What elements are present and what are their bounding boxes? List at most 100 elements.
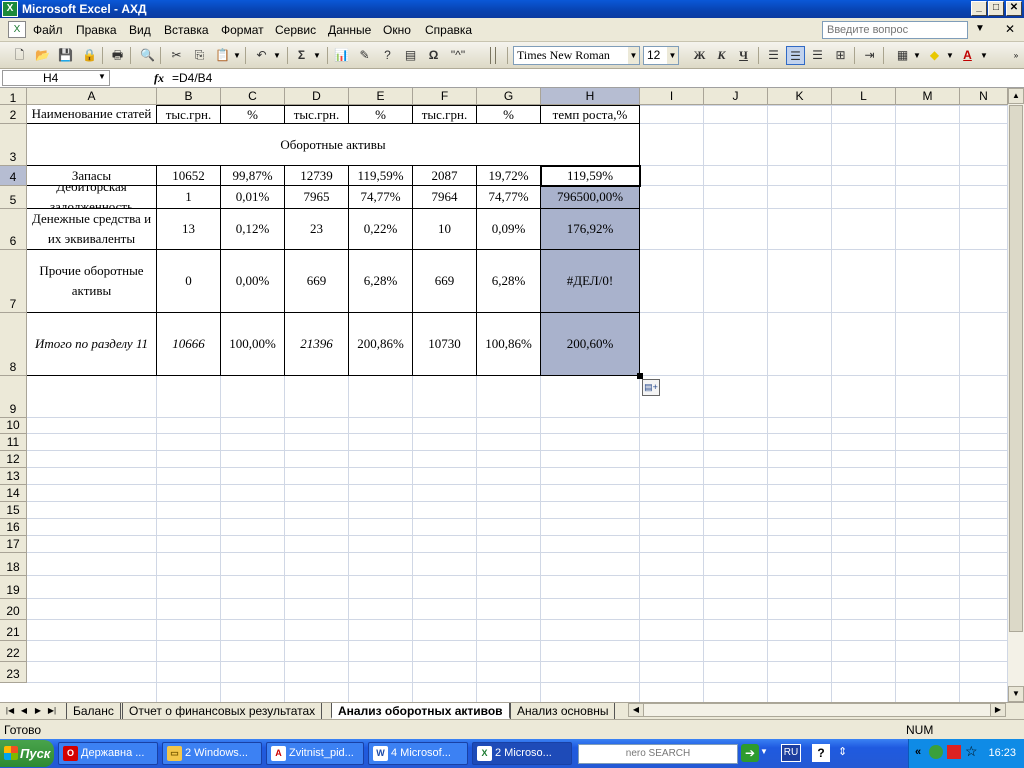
research-icon[interactable]: 🔍 [138, 46, 157, 65]
undo-icon[interactable]: ↶ [252, 46, 271, 65]
help-tray-icon[interactable]: ? [812, 744, 830, 762]
cell-r8-f[interactable]: 10730 [413, 313, 477, 376]
cell-r4-f[interactable]: 2087 [413, 166, 477, 186]
cell-r5-c[interactable]: 0,01% [221, 186, 285, 209]
subheader-cell-sub_c[interactable]: % [221, 106, 285, 124]
menu-format[interactable]: Формат [221, 23, 264, 37]
maximize-button[interactable]: □ [988, 1, 1004, 16]
zoom-label[interactable]: "^" [447, 46, 469, 65]
cell-r8-e[interactable]: 200,86% [349, 313, 413, 376]
scroll-left-icon[interactable]: ◀ [628, 703, 644, 717]
row-header-20[interactable]: 20 [0, 599, 27, 620]
print-icon[interactable]: 🖶 [108, 46, 127, 65]
column-header-M[interactable]: M [896, 88, 960, 105]
name-box[interactable]: H4 [2, 70, 110, 86]
start-button[interactable]: Пуск [0, 740, 54, 767]
row-header-11[interactable]: 11 [0, 434, 27, 451]
borders-dropdown-icon[interactable]: ▼ [913, 46, 921, 65]
symbol-icon[interactable]: Ω [424, 46, 443, 65]
menu-file[interactable]: Файл [33, 23, 63, 37]
copy-icon[interactable]: ⎘ [190, 46, 209, 65]
workbook-icon[interactable]: X [8, 21, 26, 38]
antivirus-icon[interactable] [947, 745, 961, 759]
italic-button[interactable]: К [712, 46, 731, 65]
fill-color-icon[interactable]: ◆ [925, 46, 944, 65]
align-left-icon[interactable]: ☰ [764, 46, 783, 65]
ask-dropdown-icon[interactable]: ▼ [975, 23, 985, 34]
menu-window[interactable]: Окно [383, 23, 411, 37]
autosum-icon[interactable]: Σ [292, 46, 311, 65]
column-header-C[interactable]: C [221, 88, 285, 105]
toolbar-options-icon[interactable]: » [1012, 46, 1020, 65]
column-header-D[interactable]: D [285, 88, 349, 105]
undo-dropdown-icon[interactable]: ▼ [273, 46, 281, 65]
cell-r6-c[interactable]: 0,12% [221, 209, 285, 250]
cell-r4-b[interactable]: 10652 [157, 166, 221, 186]
row-header-4[interactable]: 4 [0, 166, 27, 186]
row-header-18[interactable]: 18 [0, 553, 27, 576]
row-header-17[interactable]: 17 [0, 536, 27, 553]
menu-insert[interactable]: Вставка [164, 23, 209, 37]
column-header-K[interactable]: K [768, 88, 832, 105]
ask-question-input[interactable] [822, 21, 968, 39]
row-header-6[interactable]: 6 [0, 209, 27, 250]
prev-sheet-icon[interactable]: ◀ [18, 704, 30, 718]
tray-expand-icon[interactable]: « [915, 746, 921, 758]
task-excel[interactable]: X2 Microso... [472, 742, 572, 765]
column-header-H[interactable]: H [541, 88, 640, 105]
sheet-tab-current-assets[interactable]: Анализ оборотных активов [331, 703, 510, 719]
go-arrow-icon[interactable]: ➔ [741, 744, 759, 762]
row-header-12[interactable]: 12 [0, 451, 27, 468]
save-icon[interactable]: 💾 [56, 46, 75, 65]
subheader-cell-sub_g[interactable]: % [477, 106, 541, 124]
cell-r8-d[interactable]: 21396 [285, 313, 349, 376]
cell-r7-f[interactable]: 669 [413, 250, 477, 313]
horizontal-scrollbar[interactable]: ◀ ▶ [628, 703, 1006, 717]
subheader-cell-sub_b[interactable]: тыс.грн. [157, 106, 221, 124]
row-header-15[interactable]: 15 [0, 502, 27, 519]
row-header-10[interactable]: 10 [0, 418, 27, 434]
new-icon[interactable]: 🗋 [10, 46, 29, 65]
cell-r7-d[interactable]: 669 [285, 250, 349, 313]
scroll-right-icon[interactable]: ▶ [990, 703, 1006, 717]
merge-center-icon[interactable]: ⊞ [831, 46, 850, 65]
align-right-icon[interactable]: ☰ [808, 46, 827, 65]
cell-r4-g[interactable]: 19,72% [477, 166, 541, 186]
cell-r4-c[interactable]: 99,87% [221, 166, 285, 186]
cell-r6-b[interactable]: 13 [157, 209, 221, 250]
language-indicator[interactable]: RU [781, 744, 801, 762]
cell-r6-d[interactable]: 23 [285, 209, 349, 250]
font-color-dropdown-icon[interactable]: ▼ [980, 46, 988, 65]
underline-button[interactable]: Ч [734, 46, 753, 65]
cell-r6-g[interactable]: 0,09% [477, 209, 541, 250]
section-title-cell[interactable]: Оборотные активы [27, 124, 640, 166]
subheader-cell-sub_d[interactable]: тыс.грн. [285, 106, 349, 124]
menu-help[interactable]: Справка [425, 23, 472, 37]
nero-search-input[interactable]: nero SEARCH [578, 744, 738, 764]
vertical-scrollbar[interactable]: ▲ ▼ [1008, 88, 1024, 702]
row-header-21[interactable]: 21 [0, 620, 27, 641]
cell-r5-h[interactable]: 796500,00% [541, 186, 640, 209]
cell-r5-e[interactable]: 74,77% [349, 186, 413, 209]
cell-r6-h[interactable]: 176,92% [541, 209, 640, 250]
size-dropdown-icon[interactable]: ▼ [667, 47, 678, 64]
row-header-19[interactable]: 19 [0, 576, 27, 599]
menu-edit[interactable]: Правка [76, 23, 117, 37]
paste-options-icon[interactable]: ▤+ [642, 379, 660, 396]
cell-r8-g[interactable]: 100,86% [477, 313, 541, 376]
subheader-cell-sub_f[interactable]: тыс.грн. [413, 106, 477, 124]
sheet-tab-fixed-assets[interactable]: Анализ основны [510, 703, 616, 719]
cell-r6-e[interactable]: 0,22% [349, 209, 413, 250]
scroll-up-icon[interactable]: ▲ [1008, 88, 1024, 104]
next-sheet-icon[interactable]: ▶ [32, 704, 44, 718]
row-header-9[interactable]: 9 [0, 376, 27, 418]
menu-view[interactable]: Вид [129, 23, 151, 37]
column-header-A[interactable]: A [27, 88, 157, 105]
cell-r7-c[interactable]: 0,00% [221, 250, 285, 313]
cell-r5-d[interactable]: 7965 [285, 186, 349, 209]
spreadsheet-grid[interactable]: ABCDEFGHIJKLMN 1234567891011121314151617… [0, 88, 1008, 702]
paste-dropdown-icon[interactable]: ▼ [233, 46, 241, 65]
column-header-L[interactable]: L [832, 88, 896, 105]
column-header-G[interactable]: G [477, 88, 541, 105]
form-icon[interactable]: ▤ [401, 46, 420, 65]
